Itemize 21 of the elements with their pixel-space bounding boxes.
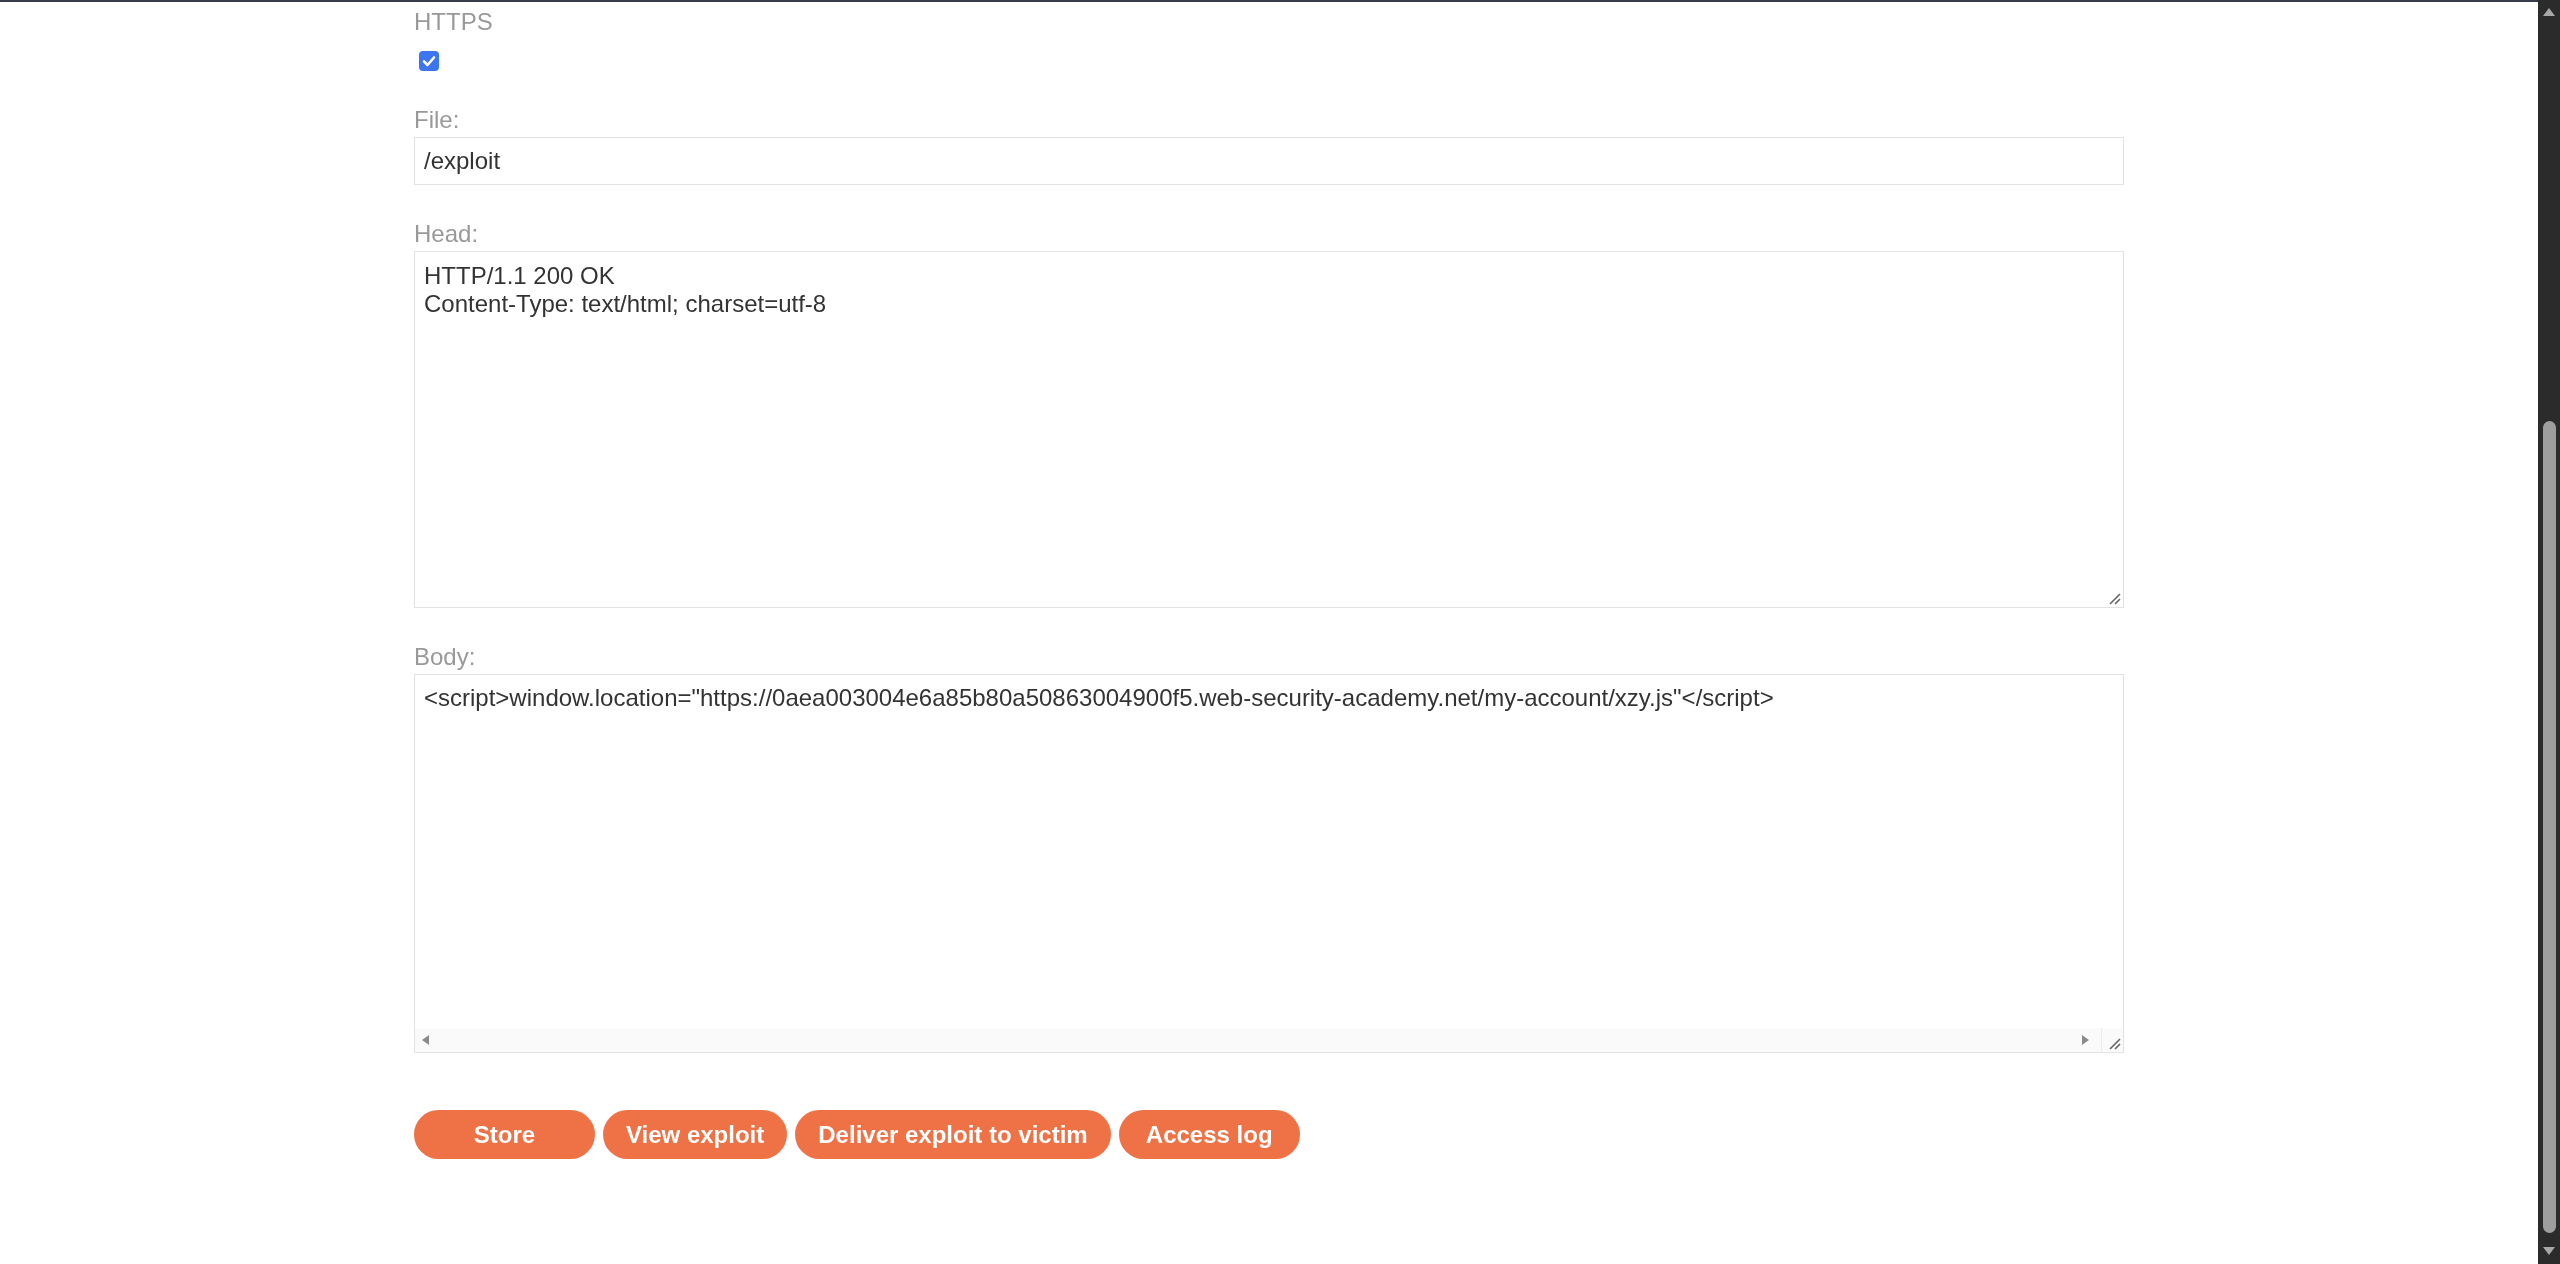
field-label: Head: xyxy=(414,220,479,248)
action-button[interactable]: View exploit xyxy=(603,1110,788,1159)
action-button[interactable]: Store xyxy=(414,1110,595,1159)
scroll-up-icon[interactable] xyxy=(2543,8,2555,16)
resize-grip-icon[interactable] xyxy=(2109,593,2121,605)
scrollbar-thumb[interactable] xyxy=(2542,421,2556,1233)
field-label: Body: xyxy=(414,643,476,671)
textarea-field[interactable]: <script>window.location="https://0aea003004e6a85b80a50863004900f5.web-security-academy.net/my-account/xzy.js"</script> xyxy=(414,674,2124,1053)
resize-grip-icon[interactable] xyxy=(2109,1038,2121,1050)
action-button[interactable]: Access log xyxy=(1118,1110,1300,1159)
page-scrollbar[interactable] xyxy=(2538,0,2560,1264)
scroll-right-icon[interactable] xyxy=(2082,1035,2089,1045)
checkbox[interactable] xyxy=(419,51,439,71)
action-button[interactable]: Deliver exploit to victim xyxy=(795,1110,1111,1159)
scroll-left-icon[interactable] xyxy=(422,1035,429,1045)
textarea-field[interactable]: HTTP/1.1 200 OK Content-Type: text/html; charset=utf-8 xyxy=(414,251,2124,608)
horizontal-scrollbar[interactable] xyxy=(415,1028,2123,1052)
field-label: File: xyxy=(414,106,460,134)
scroll-down-icon[interactable] xyxy=(2543,1247,2555,1255)
text-input-field[interactable]: /exploit xyxy=(414,137,2124,185)
field-label: HTTPS xyxy=(414,8,493,36)
